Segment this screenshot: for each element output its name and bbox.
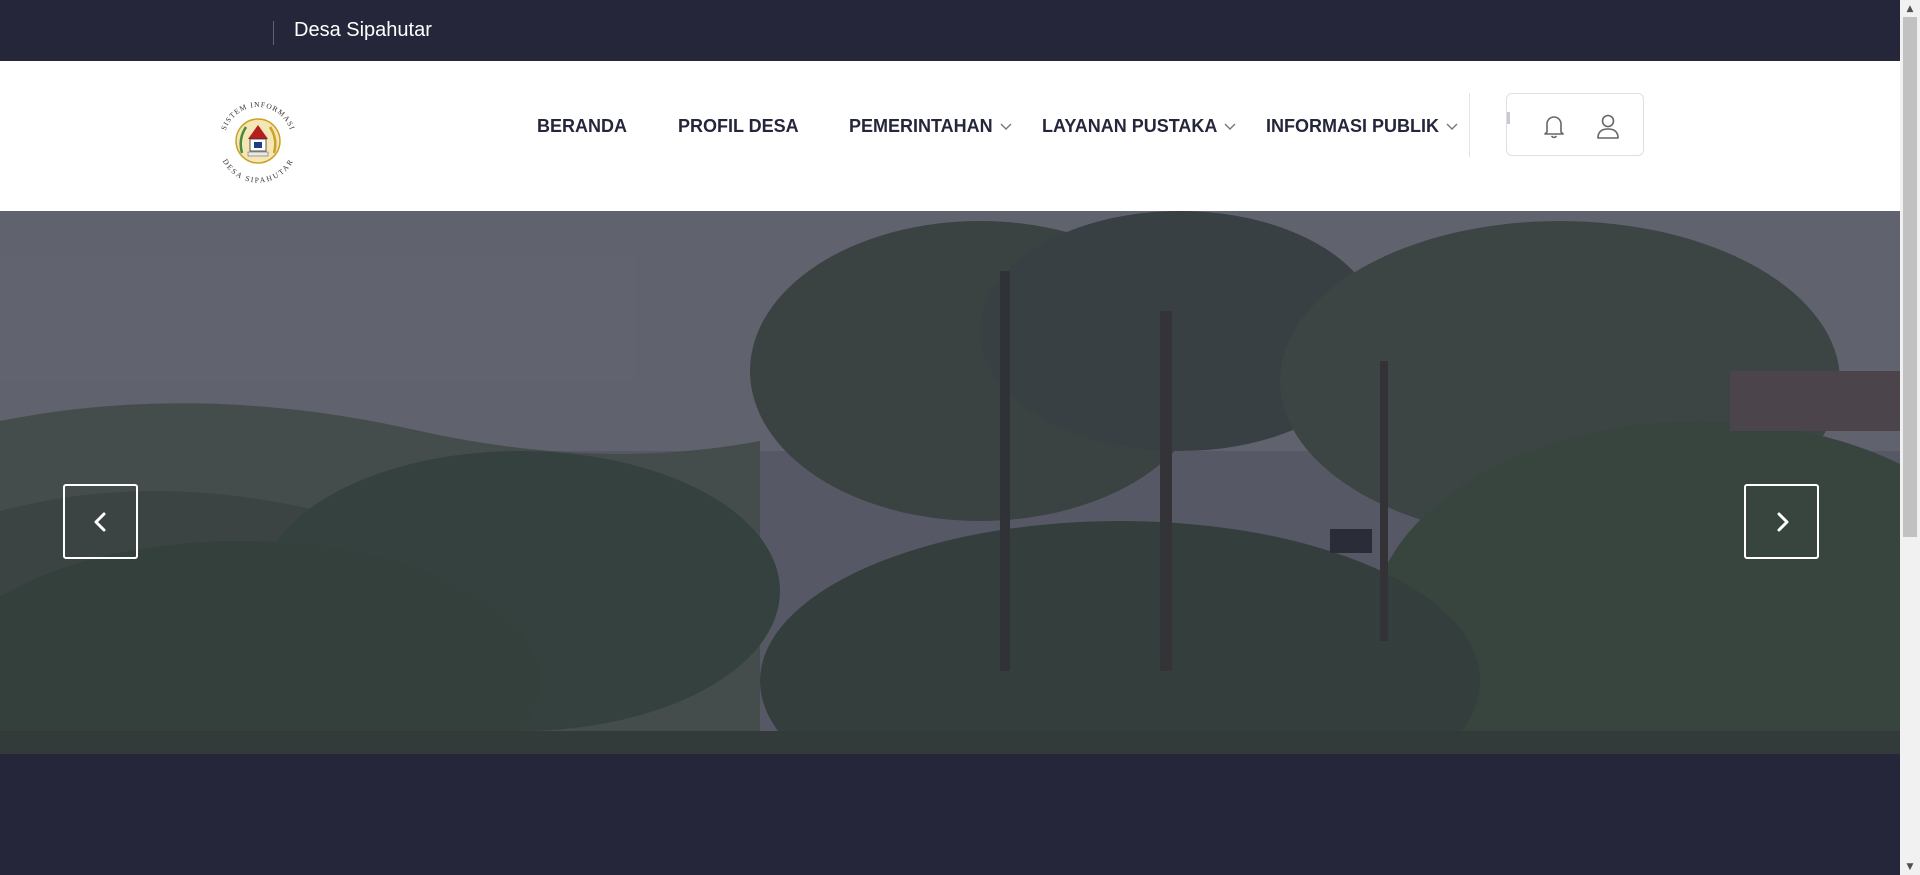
nav-item-beranda[interactable]: BERANDA xyxy=(537,113,627,139)
slider-prev-button[interactable] xyxy=(63,484,138,559)
top-bar: Desa Sipahutar xyxy=(0,0,1900,61)
content-section xyxy=(0,754,1900,875)
nav-item-label: PEMERINTAHAN xyxy=(849,115,993,136)
chevron-right-icon xyxy=(1777,512,1788,531)
site-logo[interactable]: SISTEM INFORMASI DESA SIPAHUTAR xyxy=(212,95,304,187)
nav-item-informasi-publik[interactable]: INFORMASI PUBLIK xyxy=(1266,113,1459,139)
chevron-down-icon xyxy=(1000,123,1012,130)
scroll-down-icon[interactable]: ▼ xyxy=(1900,858,1920,875)
actions-marker xyxy=(1507,112,1510,124)
nav-item-label: INFORMASI PUBLIK xyxy=(1266,115,1439,136)
chevron-down-icon xyxy=(1224,123,1236,130)
bell-icon[interactable] xyxy=(1539,111,1569,141)
site-name[interactable]: Desa Sipahutar xyxy=(294,19,432,42)
hero-slider xyxy=(0,211,1900,754)
page-scrollbar[interactable]: ▲ ▼ xyxy=(1900,0,1920,875)
nav-item-pemerintahan[interactable]: PEMERINTAHAN xyxy=(849,113,1013,139)
nav-divider xyxy=(1469,93,1470,157)
user-icon[interactable] xyxy=(1593,111,1623,141)
chevron-down-icon xyxy=(1446,123,1458,130)
nav-item-label: BERANDA xyxy=(537,115,627,136)
hero-overlay xyxy=(0,211,1900,754)
chevron-left-icon xyxy=(94,512,105,531)
scroll-up-icon[interactable]: ▲ xyxy=(1900,0,1920,17)
slider-next-button[interactable] xyxy=(1744,484,1819,559)
scrollbar-thumb[interactable] xyxy=(1903,17,1917,537)
header-actions xyxy=(1506,93,1644,156)
top-bar-divider xyxy=(273,21,274,45)
nav-item-layanan-pustaka[interactable]: LAYANAN PUSTAKA xyxy=(1042,113,1237,139)
nav-item-profil-desa[interactable]: PROFIL DESA xyxy=(678,113,799,139)
nav-item-label: PROFIL DESA xyxy=(678,115,799,136)
nav-item-label: LAYANAN PUSTAKA xyxy=(1042,115,1218,136)
